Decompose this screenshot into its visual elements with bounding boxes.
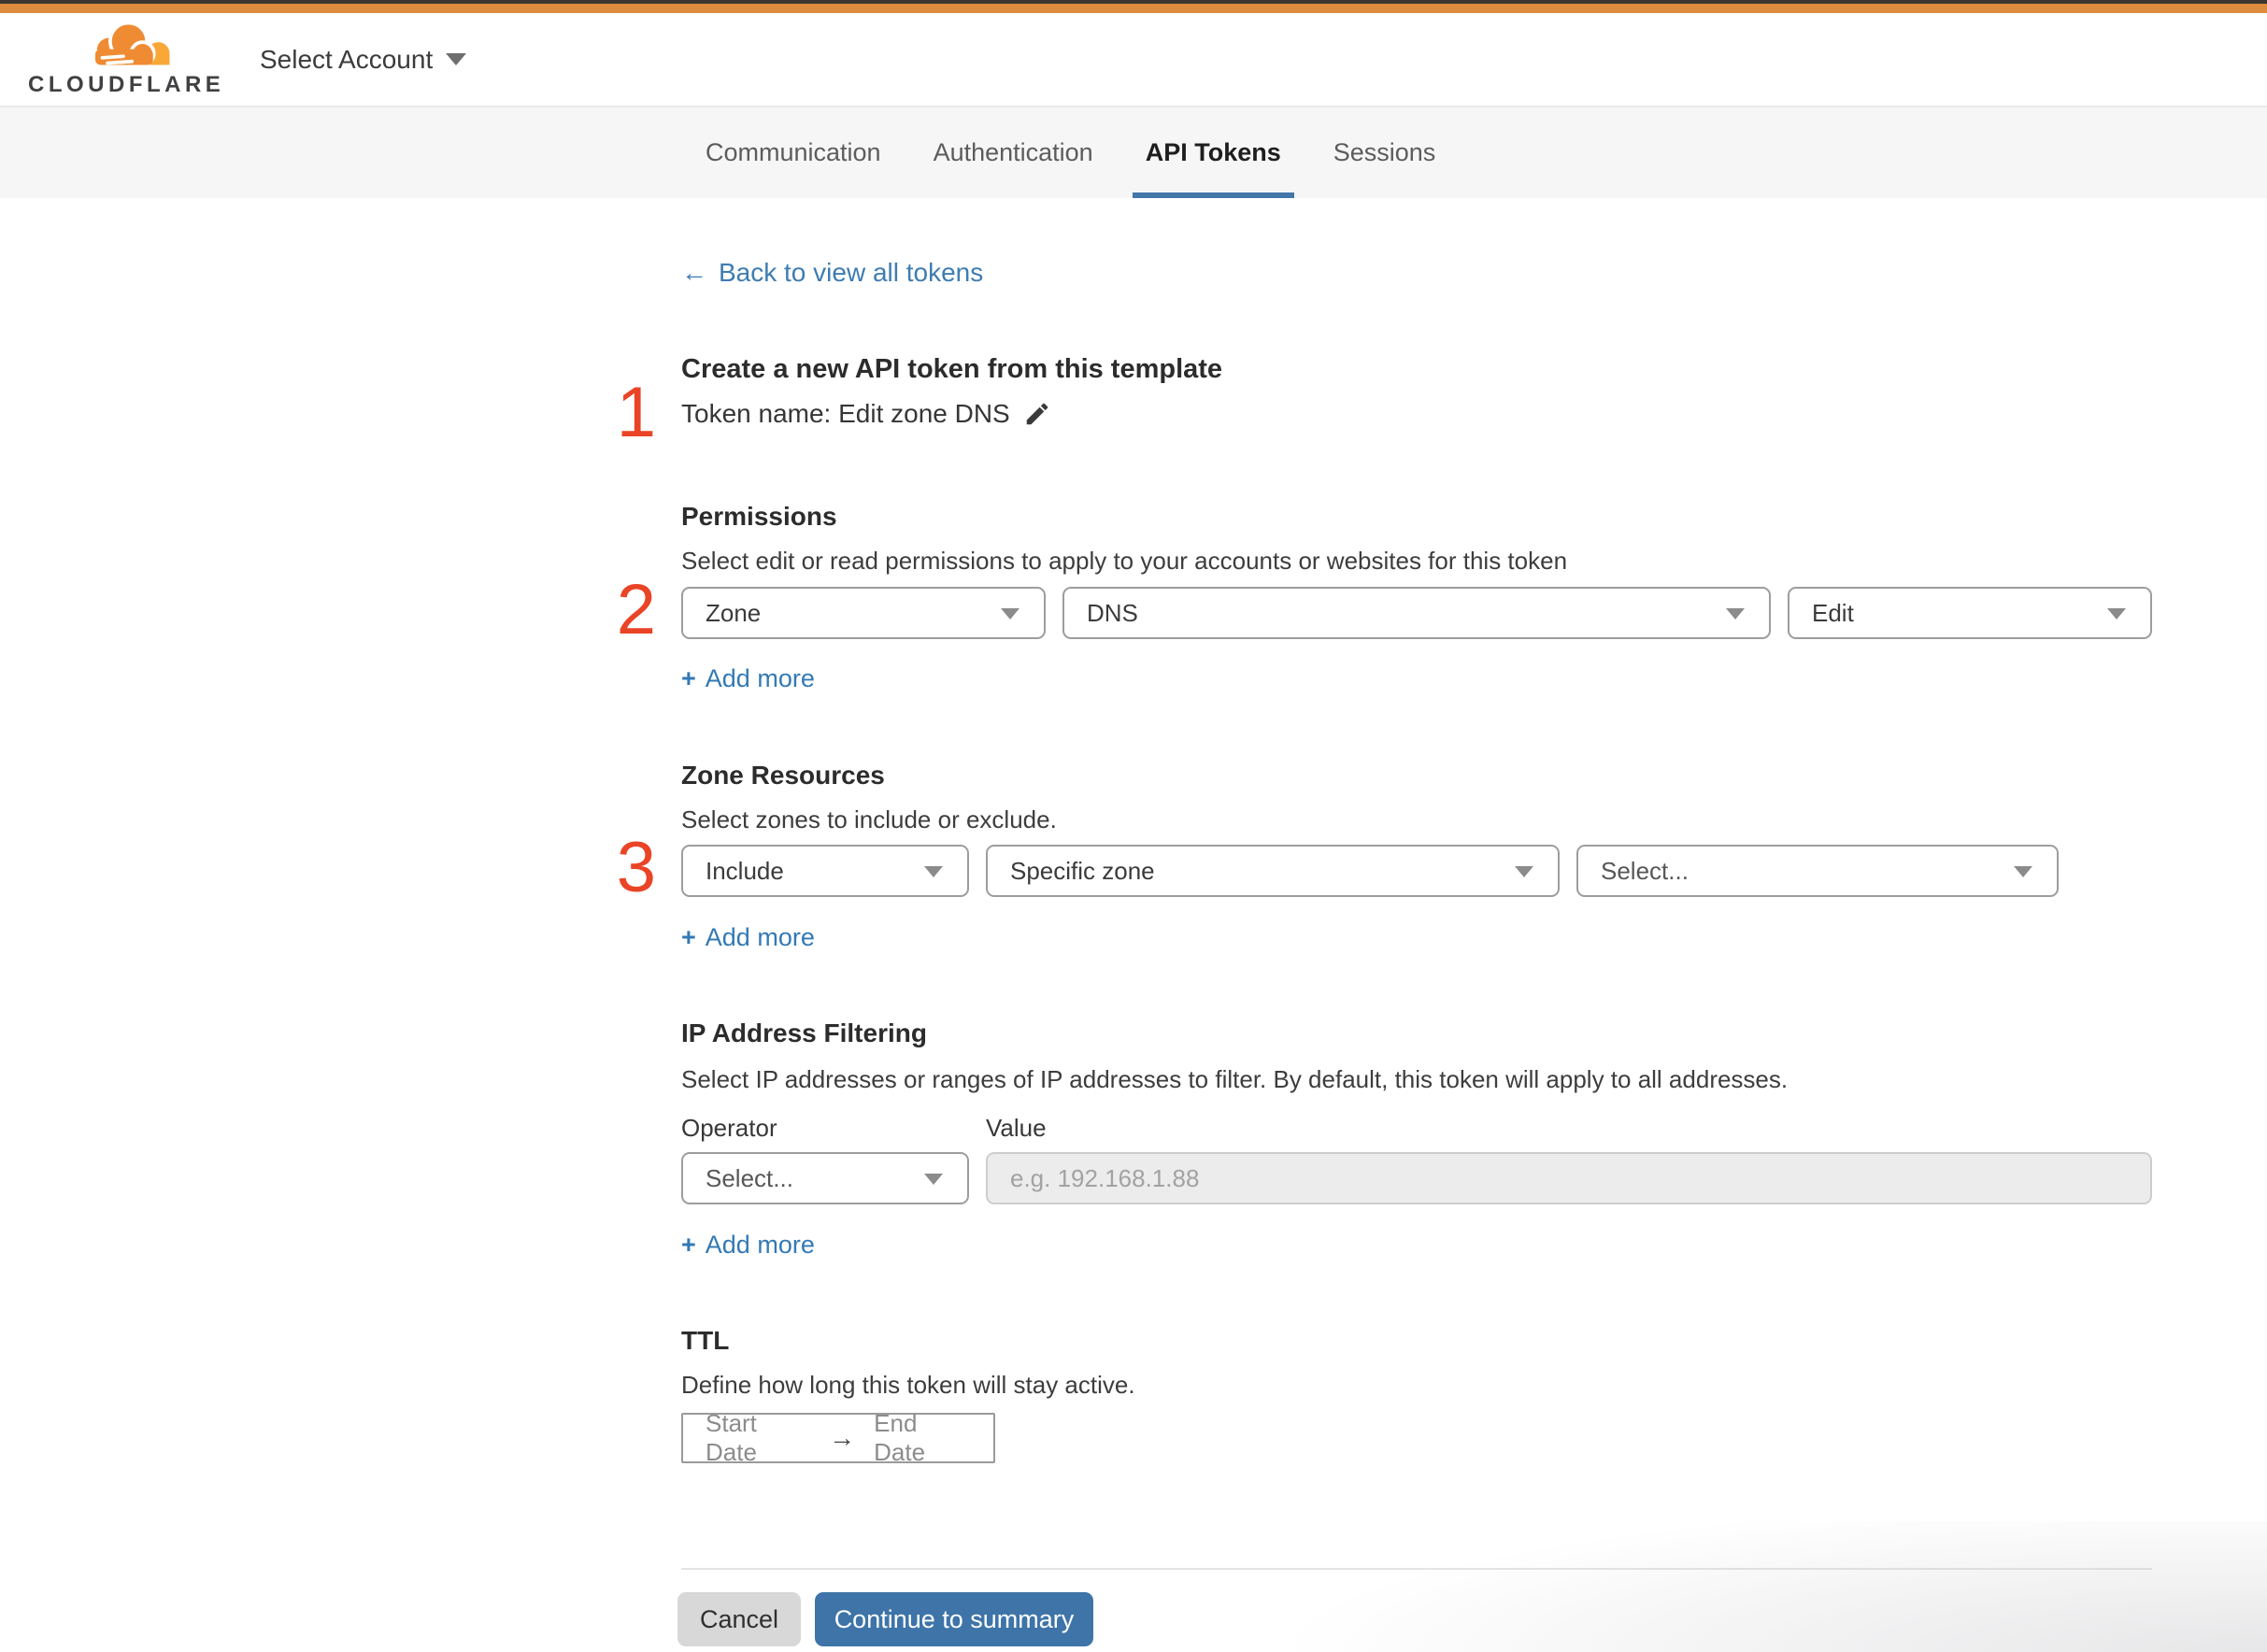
chevron-down-icon [1001,608,1019,620]
chevron-down-icon [924,866,943,877]
back-link-label: Back to view all tokens [719,258,984,287]
cloudflare-cloud-icon [93,21,170,67]
permission-access-select[interactable]: Edit [1788,587,2152,639]
plus-icon: + [681,1231,696,1259]
permissions-description: Select edit or read permissions to apply… [681,547,1568,575]
select-value: Edit [1812,598,1854,627]
add-more-label: Add more [705,1231,815,1259]
cancel-button[interactable]: Cancel [677,1592,801,1646]
select-value: DNS [1087,598,1138,627]
zone-resources-heading: Zone Resources [681,761,885,790]
ttl-heading: TTL [681,1326,730,1355]
tab-label: API Tokens [1145,138,1281,166]
plus-icon: + [681,664,696,692]
app-header: CLOUDFLARE Select Account [0,13,2267,106]
back-to-tokens-link[interactable]: ← Back to view all tokens [681,258,983,288]
ip-operator-select[interactable]: Select... [681,1152,969,1204]
pencil-icon[interactable] [1023,400,1051,428]
profile-tab-bar: Communication Authentication API Tokens … [0,106,2267,198]
add-more-label: Add more [705,664,815,692]
token-name-line: Token name: Edit zone DNS [681,399,1051,429]
cloudflare-wordmark: CLOUDFLARE [28,72,225,97]
end-date-placeholder: End Date [874,1409,926,1466]
chevron-down-icon [2107,608,2126,620]
back-arrow-icon: ← [681,258,707,287]
zone-resources-add-more-link[interactable]: + Add more [681,923,815,952]
ip-filtering-add-more-link[interactable]: + Add more [681,1231,815,1260]
ip-filtering-description: Select IP addresses or ranges of IP addr… [681,1065,1789,1093]
chevron-down-icon [2014,866,2032,877]
step-2-annotation: 2 [616,570,656,649]
page-title: Create a new API token from this templat… [681,354,1223,384]
right-arrow-icon: → [829,1423,856,1452]
token-name-text: Token name: Edit zone DNS [681,399,1010,428]
ttl-date-range-picker[interactable]: Start Date → End Date [681,1409,995,1466]
zone-resources-description: Select zones to include or exclude. [681,805,1057,833]
zone-select[interactable]: Select... [1576,845,2059,897]
zone-resource-mode-select[interactable]: Include [681,845,969,897]
permissions-heading: Permissions [681,502,837,531]
tab-sessions[interactable]: Sessions [1333,107,1436,198]
tab-communication[interactable]: Communication [706,107,881,198]
chevron-down-icon [1726,608,1745,620]
step-3-annotation: 3 [616,828,656,907]
value-label: Value [986,1114,1047,1142]
chevron-down-icon [924,1174,943,1185]
api-token-template-page: CLOUDFLARE Select Account Communication … [0,0,2267,1652]
start-date-placeholder: Start Date [706,1409,757,1466]
tab-label: Communication [706,138,881,166]
cloudflare-logo[interactable]: CLOUDFLARE [28,17,225,98]
permission-scope-select[interactable]: Zone [681,587,1046,639]
zone-resource-type-select[interactable]: Specific zone [986,845,1560,897]
select-placeholder: Select... [1601,856,1689,885]
operator-label: Operator [681,1114,777,1142]
step-1-annotation: 1 [616,373,656,452]
tab-authentication[interactable]: Authentication [934,107,1093,198]
permissions-add-more-link[interactable]: + Add more [681,664,815,693]
tab-label: Sessions [1333,138,1436,166]
bottom-right-fade [1090,1521,2267,1652]
tab-api-tokens[interactable]: API Tokens [1132,107,1294,198]
footer-divider [681,1568,2152,1570]
ip-filtering-heading: IP Address Filtering [681,1018,927,1047]
account-selector[interactable]: Select Account [260,13,467,106]
add-more-label: Add more [705,923,815,951]
ttl-description: Define how long this token will stay act… [681,1371,1135,1399]
select-value: Zone [706,598,762,627]
top-orange-strip [0,4,2267,13]
chevron-down-icon [446,53,467,65]
continue-to-summary-button[interactable]: Continue to summary [815,1592,1093,1646]
permission-service-select[interactable]: DNS [1062,587,1771,639]
ip-value-input [986,1152,2152,1204]
select-value: Include [706,856,784,885]
tabs: Communication Authentication API Tokens … [706,107,1435,198]
tab-label: Authentication [933,138,1093,166]
select-value: Specific zone [1010,856,1155,885]
select-placeholder: Select... [706,1163,793,1192]
chevron-down-icon [1515,866,1533,877]
account-selector-label: Select Account [260,44,434,74]
plus-icon: + [681,923,696,951]
